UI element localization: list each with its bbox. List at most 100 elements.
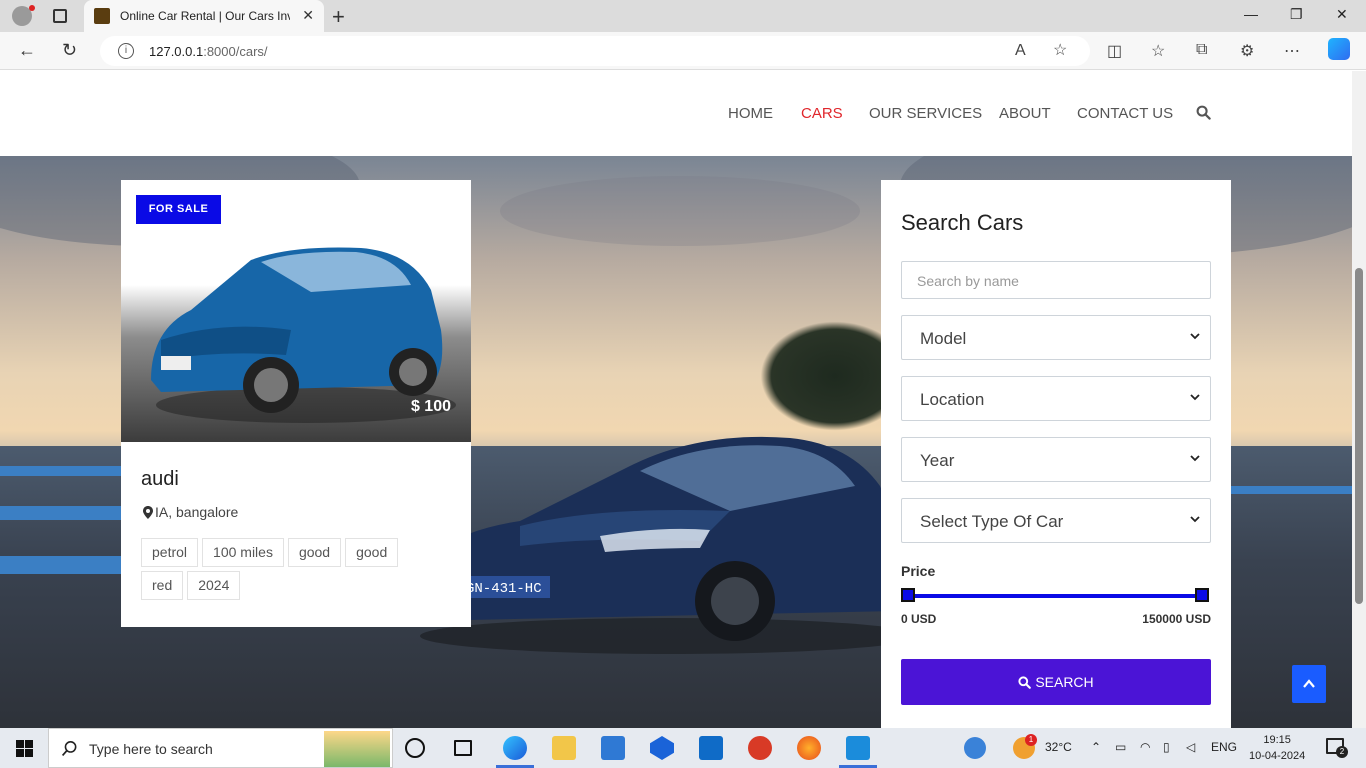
year-select-value: Year [920,451,955,470]
model-select[interactable]: Model [901,315,1211,360]
more-menu-icon[interactable]: ⋯ [1284,41,1300,61]
car-photo[interactable]: FOR SALE $ 100 [121,180,471,442]
windows-taskbar: Type here to search 1 32°C ⌃ ▭ ◠ ▯ ◁ ENG… [0,728,1366,768]
volume-icon[interactable]: ◁ [1186,740,1195,754]
dropbox-icon[interactable] [650,736,674,760]
system-clock[interactable]: 19:15 10-04-2024 [1249,732,1305,764]
notification-count-badge: 2 [1336,746,1348,758]
search-icon [61,741,77,756]
car-price: $ 100 [410,398,451,415]
car-tag-mileage: 100 miles [202,538,284,567]
url-text: 127.0.0.1:8000/cars/ [149,44,268,59]
search-by-name-input[interactable]: Search by name [901,261,1211,299]
location-select-value: Location [920,390,985,409]
help-icon[interactable] [964,737,986,759]
taskbar-search-text: Type here to search [89,741,213,757]
minimize-icon[interactable]: — [1244,6,1258,22]
tab-title: Online Car Rental | Our Cars Inve [120,9,290,23]
year-select[interactable]: Year [901,437,1211,482]
file-explorer-icon[interactable] [552,736,576,760]
read-aloud-icon[interactable]: A [1015,42,1026,60]
show-hidden-icons-chevron-icon[interactable]: ⌃ [1091,740,1101,754]
back-to-top-button[interactable] [1292,665,1326,703]
search-button-label: SEARCH [1035,674,1094,690]
temperature-text[interactable]: 32°C [1045,740,1072,754]
storage-icon[interactable]: ▯ [1163,740,1170,754]
nav-contact-us[interactable]: CONTACT US [1077,105,1173,122]
scrollbar-thumb[interactable] [1355,268,1363,604]
nav-cars[interactable]: CARS [801,105,843,122]
mail-icon[interactable] [601,736,625,760]
profile-notification-dot [29,5,35,11]
page-scrollbar[interactable] [1352,71,1366,728]
task-view-icon[interactable] [454,740,472,756]
url-host: 127.0.0.1 [149,44,204,59]
collections-icon[interactable]: ⧉ [1196,41,1207,59]
favorite-star-icon[interactable]: ☆ [1053,40,1067,60]
search-icon[interactable] [1196,105,1211,120]
close-tab-icon[interactable]: ✕ [302,7,314,24]
cloud [500,176,860,246]
cortana-icon[interactable] [405,738,425,758]
weather-alert-badge: 1 [1025,734,1037,746]
favorites-icon[interactable]: ☆ [1151,41,1165,61]
car-tag-color: red [141,571,184,600]
search-cars-panel: Search Cars Search by name Model Locatio… [881,180,1231,728]
edge-browser-icon[interactable] [503,736,527,760]
nav-home[interactable]: HOME [728,105,773,122]
chevron-down-icon [1190,394,1200,401]
search-icon [1018,676,1032,689]
url-path: :8000/cars/ [203,44,268,59]
for-sale-badge: FOR SALE [136,195,221,224]
split-screen-icon[interactable]: ◫ [1107,41,1122,61]
extensions-icon[interactable]: ⚙ [1240,41,1254,61]
car-location-text: IA, bangalore [155,504,239,520]
back-icon[interactable]: ← [18,40,36,61]
site-favicon-icon [94,8,110,24]
car-card[interactable]: FOR SALE $ 100 audi IA, bangalore petrol… [121,180,471,627]
myhp-icon[interactable] [699,736,723,760]
car-tags: petrol 100 miles good good red 2024 [141,538,441,604]
new-tab-icon[interactable]: + [332,4,345,30]
firefox-icon[interactable] [797,736,821,760]
wps-office-icon[interactable] [748,736,772,760]
wifi-icon[interactable]: ◠ [1140,740,1150,754]
nav-our-services[interactable]: OUR SERVICES [869,105,982,122]
car-tag-condition: good [287,538,342,567]
price-label: Price [901,563,936,579]
price-min-handle[interactable] [901,588,915,602]
price-max-handle[interactable] [1195,588,1209,602]
track-stripe [1216,486,1352,494]
battery-icon[interactable]: ▭ [1115,740,1126,754]
close-window-icon[interactable]: ✕ [1336,6,1348,23]
tab-actions-icon[interactable] [53,9,67,23]
search-button[interactable]: SEARCH [901,659,1211,705]
chevron-down-icon [1190,455,1200,462]
taskbar-search-box[interactable]: Type here to search [48,728,393,768]
copilot-icon[interactable] [1328,38,1350,60]
browser-tab[interactable]: Online Car Rental | Our Cars Inve ✕ [84,0,324,32]
site-info-icon[interactable]: i [118,43,134,59]
car-type-select-value: Select Type Of Car [920,512,1064,531]
search-panel-title: Search Cars [901,210,1024,235]
tesla-car-image: GN-431-HC [410,436,920,654]
refresh-icon[interactable]: ↻ [62,40,77,61]
language-indicator[interactable]: ENG [1211,740,1237,754]
windows-start-icon[interactable] [16,740,33,757]
chevron-up-icon [1303,679,1315,688]
svg-text:GN-431-HC: GN-431-HC [466,581,542,597]
chevron-down-icon [1190,333,1200,340]
price-min-value: 0 USD [901,612,937,626]
restore-icon[interactable]: ❐ [1290,6,1303,23]
model-select-value: Model [920,329,967,348]
vscode-icon[interactable] [846,736,870,760]
price-range-slider[interactable] [907,594,1203,598]
address-bar[interactable]: i 127.0.0.1:8000/cars/ A ☆ [100,36,1090,66]
nav-about[interactable]: ABOUT [999,105,1051,122]
price-max-value: 150000 USD [1142,612,1211,626]
car-name[interactable]: audi [141,468,179,491]
car-type-select[interactable]: Select Type Of Car [901,498,1211,543]
map-marker-icon [143,506,153,519]
car-location: IA, bangalore [143,504,238,520]
location-select[interactable]: Location [901,376,1211,421]
